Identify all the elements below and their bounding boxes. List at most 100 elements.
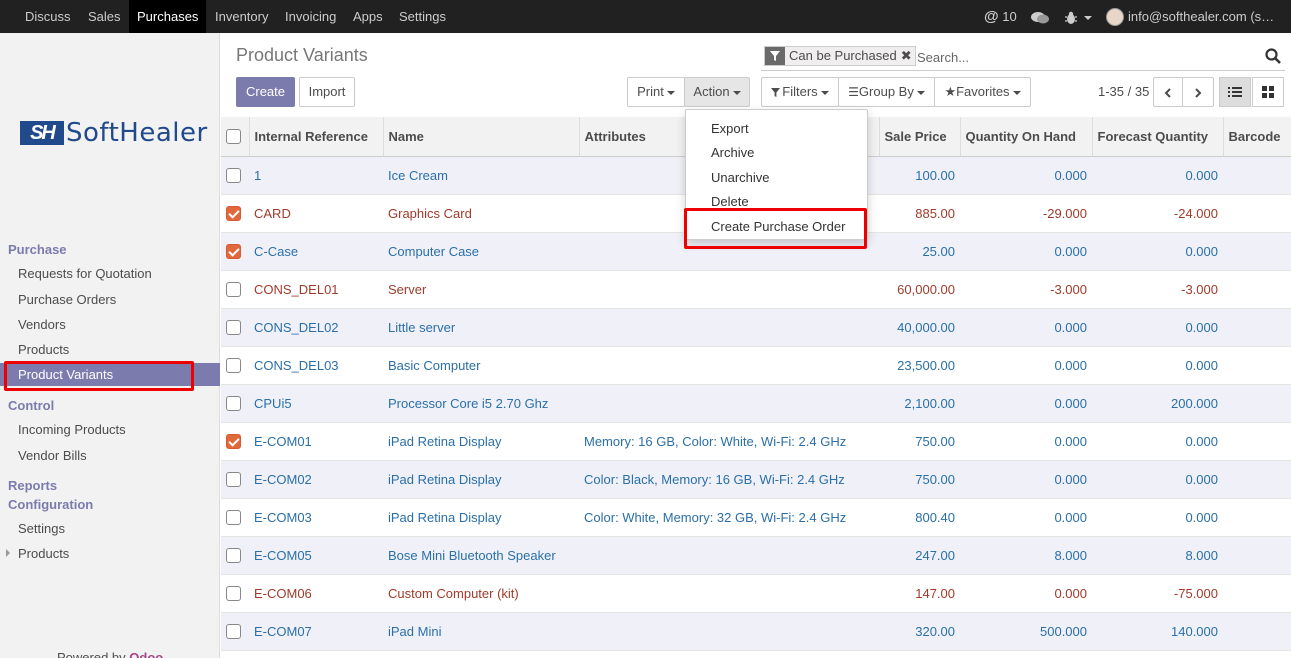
- search-icon[interactable]: [1265, 48, 1281, 64]
- row-checkbox[interactable]: [226, 510, 241, 526]
- col-quantity-on-hand[interactable]: Quantity On Hand: [960, 117, 1093, 157]
- action-label: Action: [693, 84, 730, 99]
- cell-forecast-quantity: -75.000: [1092, 574, 1223, 613]
- cell-sale-price: 147.00: [879, 574, 960, 613]
- sidebar-item-purchase-orders[interactable]: Purchase Orders: [18, 292, 116, 307]
- menu-inventory[interactable]: Inventory: [207, 0, 276, 33]
- create-button[interactable]: Create: [236, 77, 295, 107]
- debug-button[interactable]: [1065, 0, 1092, 33]
- menu-sales[interactable]: Sales: [80, 0, 129, 33]
- row-checkbox[interactable]: [226, 434, 241, 450]
- filters-button[interactable]: Filters: [761, 77, 839, 107]
- user-menu[interactable]: info@softhealer.com (s…: [1106, 0, 1274, 33]
- select-all-checkbox[interactable]: [226, 129, 241, 145]
- col-name[interactable]: Name: [383, 117, 580, 157]
- row-checkbox[interactable]: [226, 206, 241, 222]
- table-row[interactable]: E-COM03 iPad Retina Display Color: White, …: [221, 498, 1291, 537]
- row-select-cell: [221, 308, 249, 347]
- row-checkbox[interactable]: [226, 548, 241, 564]
- table-row[interactable]: E-COM07 iPad Mini 320.00 500.000 140.000: [221, 612, 1291, 651]
- table-row[interactable]: E-COM06 Custom Computer (kit) 147.00 0.000-…: [221, 574, 1291, 613]
- row-select-cell: [221, 232, 249, 271]
- table-row[interactable]: CONS_DEL02 Little server 40,000.00 0.000 0.0…: [221, 308, 1291, 347]
- table-row[interactable]: CONS_DEL01 Server 60,000.00 -3.000 -3.000: [221, 270, 1291, 309]
- row-checkbox[interactable]: [226, 168, 241, 184]
- cell-barcode: [1223, 422, 1291, 461]
- search-input[interactable]: [917, 48, 1247, 66]
- select-all-cell: [221, 117, 250, 157]
- menu-apps[interactable]: Apps: [345, 0, 391, 33]
- cell-attributes: [579, 346, 879, 385]
- col-internal-reference[interactable]: Internal Reference: [249, 117, 384, 157]
- table-row[interactable]: E-COM05 Bose Mini Bluetooth Speaker 247.00…: [221, 536, 1291, 575]
- cell-attributes: Color: Black, Memory: 16 GB, Wi-Fi: 2.4 …: [579, 460, 879, 499]
- row-checkbox[interactable]: [226, 244, 241, 260]
- col-forecast-quantity[interactable]: Forecast Quantity: [1092, 117, 1224, 157]
- highlight-box-create-purchase-order: [684, 208, 867, 249]
- pager-next-button[interactable]: [1182, 77, 1214, 107]
- group-by-button[interactable]: ☰Group By: [838, 77, 935, 107]
- caret-right-icon[interactable]: [6, 549, 10, 557]
- table-row[interactable]: CONS_DEL03 Basic Computer 23,500.00 0.000 0.…: [221, 346, 1291, 385]
- cell-sale-price: 2,100.00: [879, 384, 960, 423]
- sidebar-item-products[interactable]: Products: [18, 342, 69, 357]
- cell-internal-reference: E-COM03: [249, 498, 383, 537]
- row-checkbox[interactable]: [226, 396, 241, 412]
- sidebar-item-requests-for-quotation[interactable]: Requests for Quotation: [18, 266, 152, 281]
- menu-invoicing[interactable]: Invoicing: [277, 0, 344, 33]
- odoo-brand[interactable]: Odoo: [129, 650, 163, 658]
- row-checkbox[interactable]: [226, 472, 241, 488]
- menu-item-archive[interactable]: Archive: [711, 145, 754, 160]
- pager-previous-button[interactable]: [1153, 77, 1183, 107]
- cell-attributes: [579, 270, 879, 309]
- sidebar-item-config-products[interactable]: Products: [18, 546, 69, 561]
- sidebar-section-reports[interactable]: Reports: [8, 478, 57, 493]
- cell-sale-price: 885.00: [879, 194, 960, 233]
- row-checkbox[interactable]: [226, 358, 241, 374]
- sidebar-item-vendors[interactable]: Vendors: [18, 317, 66, 332]
- chevron-left-icon: [1164, 87, 1171, 98]
- favorites-button[interactable]: ★Favorites: [934, 77, 1031, 107]
- menu-purchases[interactable]: Purchases: [129, 0, 207, 33]
- row-checkbox[interactable]: [226, 282, 241, 298]
- row-checkbox[interactable]: [226, 624, 241, 640]
- menu-item-delete[interactable]: Delete: [711, 194, 749, 209]
- chat-button[interactable]: [1031, 0, 1049, 33]
- menu-settings[interactable]: Settings: [391, 0, 454, 33]
- page-title: Product Variants: [236, 45, 368, 65]
- col-barcode[interactable]: Barcode: [1223, 117, 1291, 157]
- sidebar-item-settings[interactable]: Settings: [18, 521, 65, 536]
- chevron-down-icon: [666, 90, 675, 95]
- menu-discuss[interactable]: Discuss: [17, 0, 79, 33]
- pager-value[interactable]: 1-35 / 35: [1098, 84, 1149, 99]
- table-row[interactable]: E-COM01 iPad Retina Display Memory: 16 GB,…: [221, 422, 1291, 461]
- cell-internal-reference: E-COM01: [249, 422, 383, 461]
- cell-internal-reference: CPUi5: [249, 384, 383, 423]
- sidebar-item-vendor-bills[interactable]: Vendor Bills: [18, 448, 87, 463]
- cell-sale-price: 60,000.00: [879, 270, 960, 309]
- cell-attributes: [579, 536, 879, 575]
- row-checkbox[interactable]: [226, 586, 241, 602]
- mentions-button[interactable]: @ 10: [984, 0, 1017, 33]
- menu-item-unarchive[interactable]: Unarchive: [711, 170, 770, 185]
- col-sale-price[interactable]: Sale Price: [879, 117, 961, 157]
- cell-quantity-on-hand: 0.000: [960, 156, 1092, 195]
- list-icon: [1228, 87, 1242, 97]
- cell-barcode: [1223, 536, 1291, 575]
- kanban-view-button[interactable]: [1252, 77, 1284, 107]
- sidebar-item-incoming-products[interactable]: Incoming Products: [18, 422, 126, 437]
- print-button[interactable]: Print: [627, 77, 685, 107]
- table-row[interactable]: CPUi5 Processor Core i5 2.70 Ghz 2,100.00 0…: [221, 384, 1291, 423]
- import-button[interactable]: Import: [299, 77, 355, 107]
- table-row[interactable]: E-COM02 iPad Retina Display Color: Black, …: [221, 460, 1291, 499]
- cell-internal-reference: E-COM07: [249, 612, 383, 651]
- cell-quantity-on-hand: 8.000: [960, 536, 1092, 575]
- row-checkbox[interactable]: [226, 320, 241, 336]
- group-by-label: Group By: [858, 84, 914, 99]
- remove-facet-icon[interactable]: ✖: [901, 48, 915, 63]
- menu-item-export[interactable]: Export: [711, 121, 749, 136]
- logo-mark: SH: [20, 121, 64, 145]
- list-view-button[interactable]: [1219, 77, 1251, 107]
- action-button[interactable]: Action: [684, 77, 750, 107]
- filter-icon: [771, 88, 781, 98]
